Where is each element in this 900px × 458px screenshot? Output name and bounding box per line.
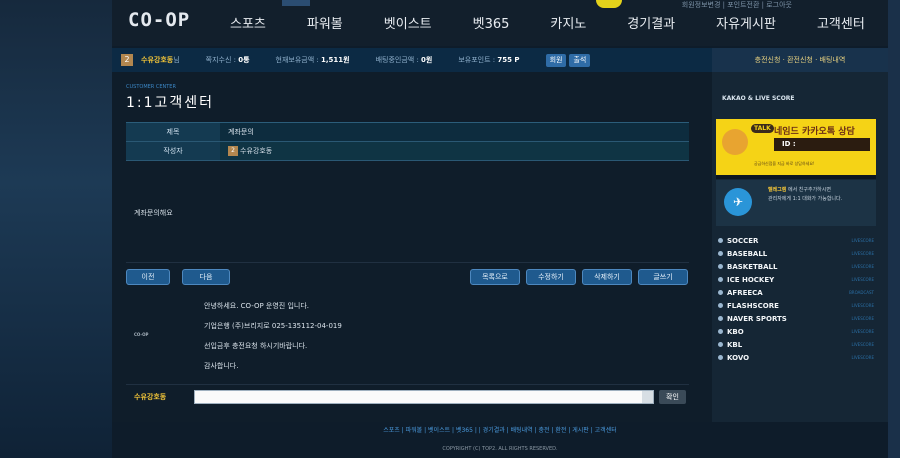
page-title: 1:1고객센터 [126, 95, 215, 111]
write-button[interactable]: 글쓰기 [638, 269, 688, 285]
nav-item-support[interactable]: 고객센터 [817, 13, 865, 32]
sport-item-soccer[interactable]: SOCCER LIVESCORE [716, 234, 876, 247]
signature-line: 선입금후 충전요청 하시기바랍니다. [204, 342, 308, 350]
signature-line: 감사합니다. [204, 362, 239, 370]
telegram-banner[interactable]: ✈ 텔레그램 에서 친구추가하시면 관리자에게 1:1 대화가 가능합니다. [716, 180, 876, 226]
sport-item-kbl[interactable]: KBL LIVESCORE [716, 338, 876, 351]
sport-item-naver-sports[interactable]: NAVER SPORTS LIVESCORE [716, 312, 876, 325]
nav-item-board[interactable]: 자유게시판 [716, 13, 776, 32]
prev-button[interactable]: 이전 [126, 269, 170, 285]
top-links[interactable]: 회원정보변경 | 포인트전환 | 로그아웃 [682, 0, 792, 10]
sport-item-baseball[interactable]: BASEBALL LIVESCORE [716, 247, 876, 260]
divider [126, 262, 689, 263]
telegram-line1: 텔레그램 에서 친구추가하시면 [768, 187, 831, 193]
sport-item-afreeca[interactable]: AFREECA BROADCAST [716, 286, 876, 299]
site-logo[interactable]: CO-OP [128, 9, 190, 31]
author-value-cell: 2 수유강호동 [220, 142, 689, 160]
comment-nickname: 수유강호동 [134, 393, 167, 401]
ball-icon [718, 342, 723, 347]
author-row: 작성자 2 수유강호동 [126, 142, 689, 161]
nav-item-powerball[interactable]: 파워볼 [307, 13, 343, 32]
sport-item-kbo[interactable]: KBO LIVESCORE [716, 325, 876, 338]
betting-amount: 배팅중인금액 : 0원 [375, 56, 433, 64]
kakao-note: 궁금하신점을 지금 바로 상담하세요! [754, 161, 815, 166]
subject-value: 계좌문의 [220, 123, 689, 141]
ball-icon [718, 329, 723, 334]
sport-item-ice-hockey[interactable]: ICE HOCKEY LIVESCORE [716, 273, 876, 286]
kakao-talk-badge: TALK [751, 124, 774, 133]
page-wrapper: 회원정보변경 | 포인트전환 | 로그아웃 CO-OP 스포츠 파워볼 벳이스트… [112, 0, 888, 458]
background-right [888, 0, 900, 458]
sidebar: KAKAO & LIVE SCORE TALK 네임드 카카오톡 상담 ID :… [712, 72, 888, 422]
yellow-badge [596, 0, 622, 8]
nav-item-casino[interactable]: 카지노 [550, 13, 586, 32]
naver-icon [718, 316, 723, 321]
list-button[interactable]: 목록으로 [470, 269, 520, 285]
subject-row: 제목 계좌문의 [126, 123, 689, 142]
flash-icon [718, 303, 723, 308]
ball-icon [718, 355, 723, 360]
sport-item-basketball[interactable]: BASKETBALL LIVESCORE [716, 260, 876, 273]
signature-line: 기업은행 (주)브리지로 025-135112-04-019 [204, 322, 342, 330]
post-info-table: 제목 계좌문의 작성자 2 수유강호동 [126, 122, 689, 161]
nav-item-sports[interactable]: 스포츠 [230, 13, 266, 32]
message-count[interactable]: 쪽지수신 : 0통 [206, 55, 250, 65]
edit-button[interactable]: 수정하기 [526, 269, 576, 285]
level-badge: 2 [121, 54, 133, 66]
next-button[interactable]: 다음 [182, 269, 230, 285]
author-level-badge: 2 [228, 146, 238, 156]
nav-item-betyeast[interactable]: 벳이스트 [384, 13, 432, 32]
author-label: 작성자 [126, 142, 220, 160]
background-left [0, 0, 112, 458]
quick-links-bar[interactable]: 충전신청 · 환전신청 · 배팅내역 [712, 48, 888, 72]
nav-item-bet365[interactable]: 벳365 [473, 13, 510, 32]
telegram-icon: ✈ [724, 188, 752, 216]
balance: 현재보유금액 : 1,511원 [275, 56, 350, 64]
ball-icon [718, 264, 723, 269]
divider [126, 384, 689, 385]
user-nickname: 수유강호동님 [141, 56, 180, 64]
top-badge [282, 0, 310, 6]
signature-line: 안녕하세요. CO-OP 운영진 입니다. [204, 302, 310, 310]
section-subtitle: CUSTOMER CENTER [126, 84, 176, 90]
ball-icon [718, 238, 723, 243]
puck-icon [718, 277, 723, 282]
broadcast-icon [718, 290, 723, 295]
signature-logo: CO-OP [134, 332, 149, 337]
signature: 안녕하세요. CO-OP 운영진 입니다. 기업은행 (주)브리지로 025-1… [204, 299, 342, 379]
kakao-id: ID : [774, 138, 870, 151]
user-info-bar: 2 수유강호동님 쪽지수신 : 0통 현재보유금액 : 1,511원 배팅중인금… [112, 48, 712, 72]
attendance-button[interactable]: 출석 [569, 53, 591, 67]
delete-button[interactable]: 삭제하기 [582, 269, 632, 285]
sidebar-title: KAKAO & LIVE SCORE [722, 95, 795, 102]
sport-item-kovo[interactable]: KOVO LIVESCORE [716, 351, 876, 364]
divider [716, 175, 876, 179]
kakao-banner[interactable]: TALK 네임드 카카오톡 상담 ID : 궁금하신점을 지금 바로 상담하세요… [716, 119, 876, 175]
footer-copyright: COPYRIGHT (C) TOP2. ALL RIGHTS RESERVED. [442, 446, 558, 452]
telegram-line2: 관리자에게 1:1 대화가 가능합니다. [768, 196, 843, 202]
comment-input[interactable] [194, 390, 654, 404]
ball-icon [718, 251, 723, 256]
member-button[interactable]: 회원 [545, 53, 567, 67]
main-nav: 스포츠 파워볼 벳이스트 벳365 카지노 경기결과 자유게시판 고객센터 [230, 13, 900, 32]
subject-label: 제목 [126, 123, 220, 141]
main-content: CUSTOMER CENTER 1:1고객센터 제목 계좌문의 작성자 2 수유… [112, 72, 712, 422]
sports-list: SOCCER LIVESCORE BASEBALL LIVESCORE BASKET… [716, 234, 876, 364]
comment-scrollbar[interactable] [642, 391, 653, 403]
kakao-character-icon [722, 129, 748, 155]
comment-submit-button[interactable]: 확인 [659, 390, 686, 404]
nav-item-results[interactable]: 경기결과 [627, 13, 675, 32]
footer-links[interactable]: 스포츠 | 파워볼 | 벳이스트 | 벳365 | | 경기결과 | 배팅내역 … [112, 422, 888, 440]
post-content: 계좌문의해요 [134, 209, 173, 217]
author-value: 수유강호동 [240, 147, 273, 155]
sport-item-flashscore[interactable]: FLASHSCORE LIVESCORE [716, 299, 876, 312]
points: 보유포인트 : 755 P [458, 56, 520, 64]
header: 회원정보변경 | 포인트전환 | 로그아웃 CO-OP 스포츠 파워볼 벳이스트… [112, 0, 888, 46]
kakao-title: 네임드 카카오톡 상담 [774, 127, 855, 137]
